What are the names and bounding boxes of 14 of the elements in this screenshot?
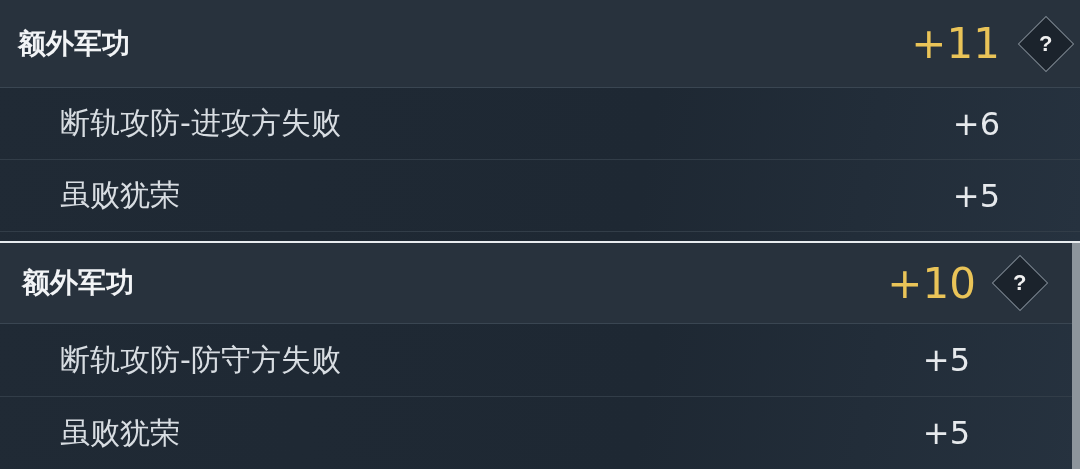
item-label: 虽败犹荣 [60,413,181,452]
scroll-bar[interactable] [1072,243,1080,469]
item-value: +5 [922,414,970,452]
item-value: +5 [922,341,970,379]
item-label: 虽败犹荣 [60,176,181,214]
help-button[interactable]: ? [1017,15,1075,72]
section-title: 额外军功 [22,265,135,301]
item-value: +5 [952,176,1000,215]
total-value: +10 [887,258,976,308]
item-value: +6 [952,104,1000,143]
section-title: 额外军功 [18,25,131,62]
total-value: +11 [911,19,1000,68]
item-label: 断轨攻防-进攻方失败 [60,104,342,142]
item-label: 断轨攻防-防守方失败 [60,340,342,379]
